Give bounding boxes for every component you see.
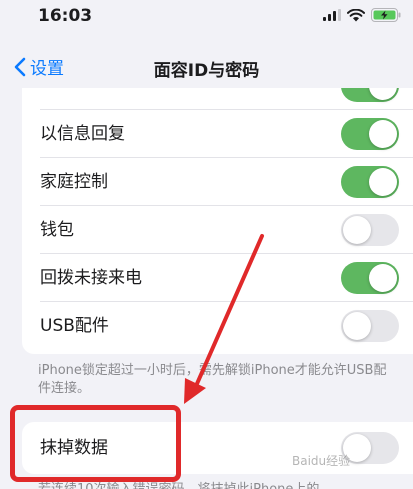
toggle-knob <box>369 88 397 100</box>
settings-row-reply-with-message[interactable]: 以信息回复 <box>22 110 413 158</box>
wifi-icon <box>347 8 365 21</box>
toggle-knob <box>369 168 397 196</box>
status-time: 16:03 <box>38 6 93 26</box>
status-icons <box>323 8 401 22</box>
page-title: 面容ID与密码 <box>153 61 260 81</box>
status-bar: 16:03 <box>0 0 413 40</box>
settings-group: 以信息回复 家庭控制 钱包 回拨未接来电 USB配件 <box>22 88 413 354</box>
settings-row-wallet[interactable]: 钱包 <box>22 206 413 254</box>
settings-row-usb-accessories[interactable]: USB配件 <box>22 302 413 350</box>
toggle-home-control[interactable] <box>341 166 399 198</box>
settings-row-return-missed-calls[interactable]: 回拨未接来电 <box>22 254 413 302</box>
toggle-knob <box>369 120 397 148</box>
toggle-knob <box>343 312 371 340</box>
signal-icon <box>323 9 341 21</box>
highlight-box <box>10 405 181 482</box>
toggle-knob <box>343 216 371 244</box>
row-label: 以信息回复 <box>40 124 125 144</box>
toggle-usb-accessories[interactable] <box>341 310 399 342</box>
row-label: 钱包 <box>40 220 74 240</box>
usb-footer-note: iPhone锁定超过一小时后，需先解锁iPhone才能允许USB配件连接。 <box>38 363 387 396</box>
toggle-return-missed-calls[interactable] <box>341 262 399 294</box>
row-label: 家庭控制 <box>40 172 108 192</box>
nav-bar: 设置 面容ID与密码 <box>0 44 413 88</box>
row-label: USB配件 <box>40 316 109 336</box>
toggle-reply-with-message[interactable] <box>341 118 399 150</box>
toggle-wallet[interactable] <box>341 214 399 246</box>
settings-row-partial[interactable] <box>22 88 413 110</box>
toggle-knob <box>369 264 397 292</box>
battery-charging-icon <box>371 8 401 22</box>
watermark: Baidu经验 <box>292 454 351 468</box>
row-label: 回拨未接来电 <box>40 268 142 288</box>
toggle-partial[interactable] <box>341 88 399 102</box>
settings-row-home-control[interactable]: 家庭控制 <box>22 158 413 206</box>
